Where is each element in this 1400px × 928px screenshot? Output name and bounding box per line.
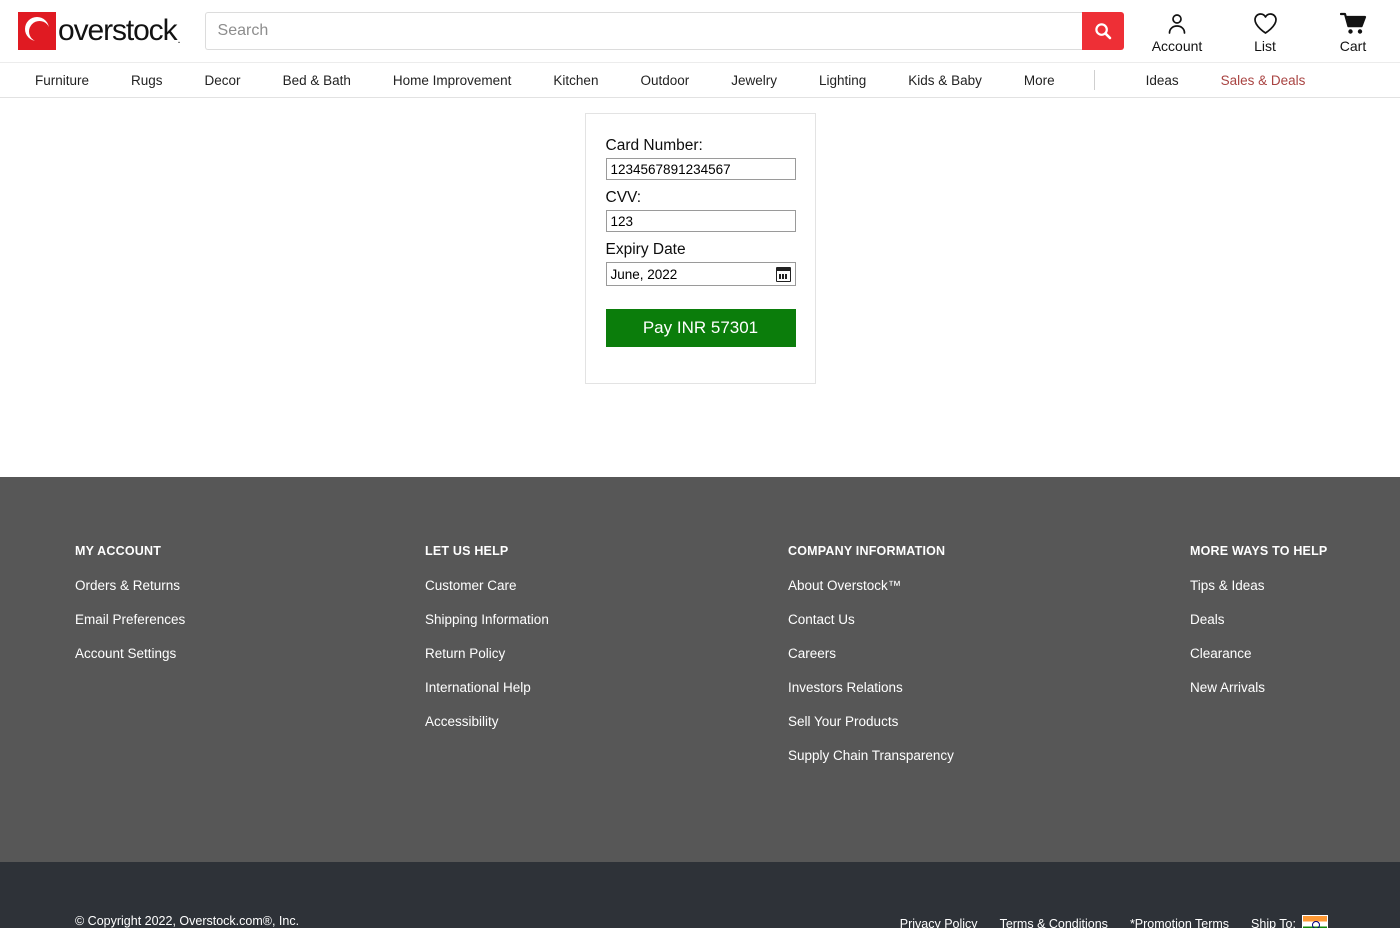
search-input[interactable]: [205, 12, 1082, 50]
footer-heading-my-account: MY ACCOUNT: [75, 544, 425, 558]
main-content: Card Number: CVV: Expiry Date June, 2022…: [0, 98, 1400, 477]
account-button[interactable]: Account: [1146, 11, 1208, 54]
footer-link-supply-chain-transparency[interactable]: Supply Chain Transparency: [788, 748, 1190, 763]
footer-link-clearance[interactable]: Clearance: [1190, 646, 1390, 661]
nav-item-kitchen[interactable]: Kitchen: [532, 73, 619, 88]
footer-link-shipping-information[interactable]: Shipping Information: [425, 612, 788, 627]
copyright-block: © Copyright 2022, Overstock.com®, Inc. 7…: [75, 914, 387, 928]
legal-links: Privacy Policy Terms & Conditions *Promo…: [900, 914, 1328, 928]
footer-link-international-help[interactable]: International Help: [425, 680, 788, 695]
nav-item-sales-deals[interactable]: Sales & Deals: [1200, 73, 1327, 88]
footer-link-sell-your-products[interactable]: Sell Your Products: [788, 714, 1190, 729]
search-button[interactable]: [1082, 12, 1124, 50]
list-button[interactable]: List: [1234, 11, 1296, 54]
link-terms-conditions[interactable]: Terms & Conditions: [1000, 917, 1108, 928]
footer-column-my-account: MY ACCOUNT Orders & Returns Email Prefer…: [75, 544, 425, 782]
nav-item-outdoor[interactable]: Outdoor: [619, 73, 710, 88]
expiry-date-field[interactable]: June, 2022: [606, 262, 796, 286]
heart-icon: [1253, 11, 1278, 37]
cvv-label: CVV:: [606, 188, 795, 207]
cart-label: Cart: [1340, 38, 1366, 54]
footer-bottom-bar: © Copyright 2022, Overstock.com®, Inc. 7…: [0, 862, 1400, 928]
overstock-logo-text: overstock: [58, 12, 176, 50]
nav-item-decor[interactable]: Decor: [184, 73, 262, 88]
footer-link-careers[interactable]: Careers: [788, 646, 1190, 661]
footer-heading-let-us-help: LET US HELP: [425, 544, 788, 558]
list-label: List: [1254, 38, 1276, 54]
pay-button[interactable]: Pay INR 57301: [606, 309, 796, 347]
overstock-logo-trademark: .: [177, 34, 180, 46]
footer-link-new-arrivals[interactable]: New Arrivals: [1190, 680, 1390, 695]
search-bar: [205, 12, 1124, 50]
link-privacy-policy[interactable]: Privacy Policy: [900, 917, 978, 928]
nav-divider: [1094, 70, 1095, 90]
nav-item-home-improvement[interactable]: Home Improvement: [372, 73, 533, 88]
footer-link-investors-relations[interactable]: Investors Relations: [788, 680, 1190, 695]
footer-link-tips-ideas[interactable]: Tips & Ideas: [1190, 578, 1390, 593]
search-icon: [1094, 22, 1112, 40]
nav-item-ideas[interactable]: Ideas: [1125, 73, 1200, 88]
cart-button[interactable]: Cart: [1322, 11, 1384, 54]
main-navigation: Furniture Rugs Decor Bed & Bath Home Imp…: [0, 62, 1400, 98]
nav-item-furniture[interactable]: Furniture: [14, 73, 110, 88]
header-actions: Account List Cart: [1146, 9, 1384, 54]
footer-link-account-settings[interactable]: Account Settings: [75, 646, 425, 661]
india-flag-icon: [1302, 915, 1328, 928]
ship-to-label: Ship To:: [1251, 917, 1296, 928]
footer-heading-company-information: COMPANY INFORMATION: [788, 544, 1190, 558]
overstock-logo[interactable]: overstock .: [18, 11, 181, 51]
site-header: overstock . Account: [0, 0, 1400, 62]
footer-link-orders-returns[interactable]: Orders & Returns: [75, 578, 425, 593]
person-icon: [1165, 11, 1189, 37]
site-footer: MY ACCOUNT Orders & Returns Email Prefer…: [0, 477, 1400, 862]
footer-heading-more-ways-to-help: MORE WAYS TO HELP: [1190, 544, 1390, 558]
calendar-icon[interactable]: [776, 267, 791, 282]
footer-link-deals[interactable]: Deals: [1190, 612, 1390, 627]
expiry-date-label: Expiry Date: [606, 240, 795, 259]
footer-link-return-policy[interactable]: Return Policy: [425, 646, 788, 661]
nav-item-bed-bath[interactable]: Bed & Bath: [262, 73, 372, 88]
account-label: Account: [1152, 38, 1203, 54]
nav-item-rugs[interactable]: Rugs: [110, 73, 184, 88]
footer-link-contact-us[interactable]: Contact Us: [788, 612, 1190, 627]
copyright-line-1: © Copyright 2022, Overstock.com®, Inc.: [75, 914, 387, 928]
nav-item-more[interactable]: More: [1003, 73, 1076, 88]
card-number-label: Card Number:: [606, 136, 795, 155]
nav-item-lighting[interactable]: Lighting: [798, 73, 887, 88]
footer-link-email-preferences[interactable]: Email Preferences: [75, 612, 425, 627]
link-promotion-terms[interactable]: *Promotion Terms: [1130, 917, 1229, 928]
payment-form-card: Card Number: CVV: Expiry Date June, 2022…: [585, 113, 816, 384]
cart-icon: [1340, 11, 1367, 37]
footer-link-accessibility[interactable]: Accessibility: [425, 714, 788, 729]
footer-link-customer-care[interactable]: Customer Care: [425, 578, 788, 593]
footer-column-company-information: COMPANY INFORMATION About Overstock™ Con…: [788, 544, 1190, 782]
footer-column-let-us-help: LET US HELP Customer Care Shipping Infor…: [425, 544, 788, 782]
cvv-input[interactable]: [606, 210, 796, 232]
footer-link-about-overstock[interactable]: About Overstock™: [788, 578, 1190, 593]
expiry-date-value: June, 2022: [611, 267, 678, 282]
ship-to-selector[interactable]: Ship To:: [1251, 915, 1328, 928]
overstock-logo-mark: [18, 12, 56, 50]
nav-item-jewelry[interactable]: Jewelry: [710, 73, 798, 88]
footer-column-more-ways-to-help: MORE WAYS TO HELP Tips & Ideas Deals Cle…: [1190, 544, 1390, 782]
nav-item-kids-baby[interactable]: Kids & Baby: [887, 73, 1003, 88]
footer-columns: MY ACCOUNT Orders & Returns Email Prefer…: [0, 544, 1400, 782]
card-number-input[interactable]: [606, 158, 796, 180]
